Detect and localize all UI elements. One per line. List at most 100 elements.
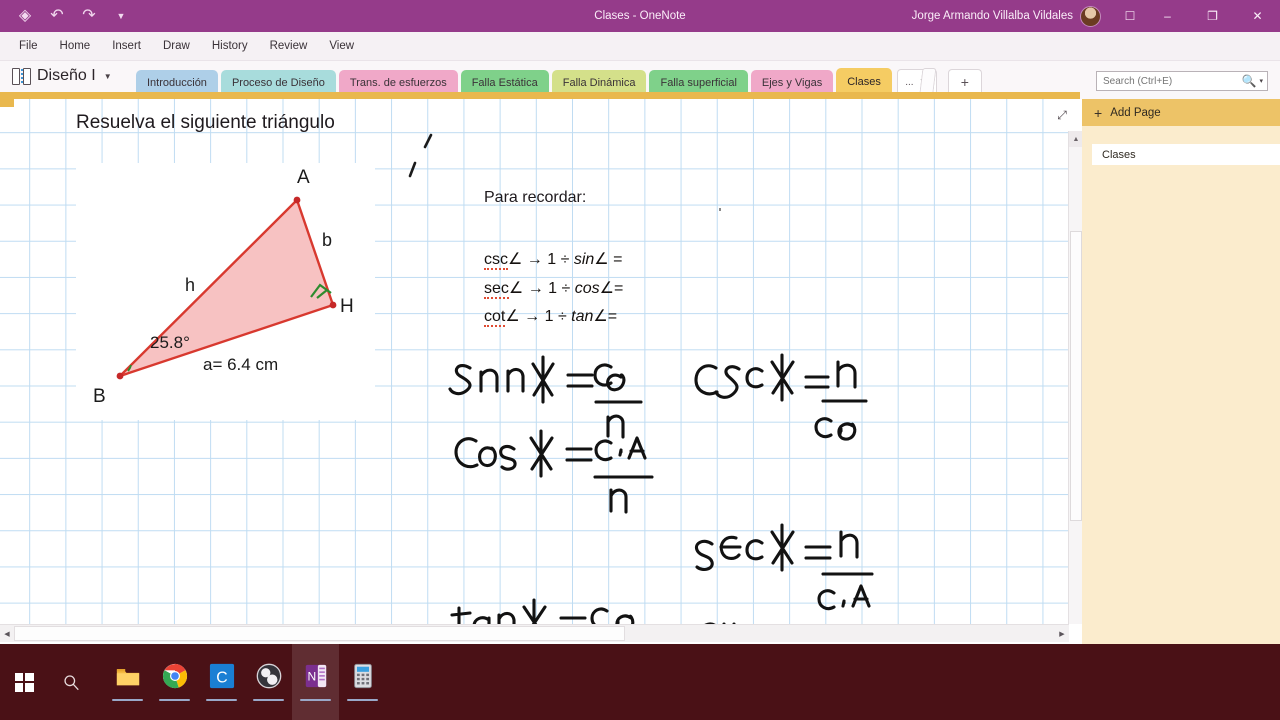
add-section-button[interactable]: + (947, 69, 982, 94)
taskbar-running-indicator (300, 698, 331, 701)
chevron-down-icon[interactable]: ▾ (1259, 77, 1267, 85)
svg-text:C: C (216, 669, 227, 686)
page-title[interactable]: Resuelva el siguiente triángulo (76, 112, 335, 134)
vertical-scroll-thumb[interactable] (1070, 231, 1082, 521)
arrow-icon: → (524, 308, 541, 325)
chrome-icon (162, 663, 187, 688)
expand-page-icon[interactable]: ⤢ (1052, 105, 1072, 125)
horizontal-scroll-thumb[interactable] (14, 626, 625, 641)
svg-text:h: h (185, 275, 195, 295)
menu-item-insert[interactable]: Insert (101, 35, 152, 57)
plus-icon: + (1094, 104, 1103, 121)
chevron-down-icon[interactable]: ▼ (104, 72, 112, 81)
onenote-icon: N (305, 664, 326, 687)
identity-csc-fn: csc (484, 251, 508, 270)
vertical-scrollbar[interactable]: ▲ (1068, 131, 1083, 624)
page-list: Clases (1082, 126, 1280, 165)
page-list-item-clases[interactable]: Clases (1092, 144, 1280, 165)
section-tab-clases[interactable]: Clases (836, 68, 892, 95)
title-bar-right: Jorge Armando Villalba Vildales ☐ – ❐ ✕ (912, 0, 1280, 32)
page-list-panel: + Add Page Clases (1082, 99, 1280, 644)
menu-bar: File Home Insert Draw History Review Vie… (0, 32, 1280, 61)
menu-item-home[interactable]: Home (49, 35, 102, 57)
identity-cot-expr: 1 ÷ (544, 308, 572, 325)
account-name[interactable]: Jorge Armando Villalba Vildales (912, 10, 1073, 22)
search-input[interactable] (1097, 75, 1232, 87)
angle-icon: ∠ (594, 251, 609, 268)
taskbar-item-blue-c-app[interactable]: C (198, 644, 245, 720)
section-tab-bar: Diseño I ▼ Introducción Proceso de Diseñ… (0, 61, 1280, 99)
section-overflow-label: ... (905, 76, 914, 88)
menu-item-file[interactable]: File (8, 35, 49, 57)
identity-csc-eq: = (608, 251, 623, 268)
menu-item-history[interactable]: History (201, 35, 259, 57)
search-icon (63, 674, 79, 690)
calculator-icon (353, 663, 372, 688)
add-page-button[interactable]: + Add Page (1082, 99, 1280, 126)
onenote-window: ◈ ↶ ↷ ▼ Clases - OneNote Jorge Armando V… (0, 0, 1280, 720)
svg-text:B: B (93, 386, 106, 407)
page-canvas[interactable]: A b H h B 25.8° a= 6.4 cm Resuelva el si… (0, 99, 1069, 624)
menu-item-review[interactable]: Review (259, 35, 319, 57)
file-explorer-icon (116, 668, 139, 685)
horizontal-scrollbar[interactable]: ◀ ▶ (0, 624, 1069, 642)
trig-identities-block[interactable]: csc∠ → 1 ÷ sin∠ = sec∠ → 1 ÷ cos∠= cot∠ … (484, 246, 623, 332)
active-section-edge (0, 99, 14, 107)
scroll-right-arrow[interactable]: ▶ (1055, 626, 1069, 642)
taskbar-item-onenote[interactable]: N (292, 644, 339, 720)
para-recordar-heading[interactable]: Para recordar: (484, 189, 586, 207)
identity-sec-fn: sec (484, 279, 509, 299)
minimize-button[interactable]: – (1145, 0, 1190, 32)
back-circle-icon[interactable]: ◈ (16, 8, 34, 24)
angle-icon: ∠ (599, 279, 614, 297)
arrow-icon: → (526, 251, 543, 268)
taskbar: C N (0, 644, 1280, 720)
svg-text:A: A (297, 167, 310, 188)
section-stack-decoration (919, 68, 937, 92)
restore-button[interactable]: ❐ (1190, 0, 1235, 32)
taskbar-item-obs-studio[interactable] (245, 644, 292, 720)
scroll-left-arrow[interactable]: ◀ (0, 626, 14, 642)
scroll-up-arrow[interactable]: ▲ (1069, 131, 1083, 147)
close-button[interactable]: ✕ (1235, 0, 1280, 32)
arrow-icon: → (527, 279, 544, 297)
search-icon[interactable]: 🔍 (1242, 74, 1260, 88)
active-section-underline (0, 92, 1080, 99)
svg-text:a= 6.4 cm: a= 6.4 cm (203, 355, 278, 374)
taskbar-item-calculator[interactable] (339, 644, 386, 720)
taskbar-running-indicator (112, 698, 143, 701)
ink-dot-mark (719, 208, 721, 211)
avatar[interactable] (1080, 5, 1101, 27)
ribbon-display-options-icon[interactable]: ☐ (1115, 9, 1145, 23)
taskbar-running-indicator (253, 698, 284, 701)
taskbar-running-indicator (159, 698, 190, 701)
chevron-down-icon[interactable]: ▼ (112, 11, 130, 21)
windows-start-icon (14, 672, 34, 692)
svg-text:25.8°: 25.8° (150, 333, 190, 352)
identity-csc: csc∠ → 1 ÷ sin∠ = (484, 246, 623, 275)
identity-sec-eq: = (613, 279, 624, 297)
undo-icon[interactable]: ↶ (48, 8, 66, 24)
svg-text:N: N (307, 669, 316, 683)
taskbar-search-button[interactable] (48, 644, 94, 720)
notebook-icon (12, 67, 31, 85)
notebook-picker[interactable]: Diseño I ▼ (12, 67, 112, 85)
blue-c-app-icon: C (209, 663, 234, 688)
identity-sec-expr: 1 ÷ (548, 279, 575, 297)
identity-cot: cot∠ → 1 ÷ tan∠= (484, 303, 623, 332)
page-ink-layer: A b H h B 25.8° a= 6.4 cm (76, 133, 874, 624)
identity-cot-fn: cot (484, 308, 506, 327)
menu-item-view[interactable]: View (318, 35, 365, 57)
redo-icon[interactable]: ↷ (80, 8, 98, 24)
svg-text:H: H (340, 296, 354, 317)
taskbar-item-file-explorer[interactable] (104, 644, 151, 720)
identity-sec: sec∠ → 1 ÷ cos∠= (484, 275, 623, 304)
search-box[interactable]: 🔍 ▾ (1096, 71, 1268, 91)
angle-icon: ∠ (508, 251, 523, 268)
taskbar-app-list: C N (104, 644, 386, 720)
taskbar-item-chrome[interactable] (151, 644, 198, 720)
start-button[interactable] (0, 644, 48, 720)
menu-item-draw[interactable]: Draw (152, 35, 201, 57)
angle-icon: ∠ (593, 308, 608, 325)
page-item-label: Clases (1102, 148, 1136, 161)
